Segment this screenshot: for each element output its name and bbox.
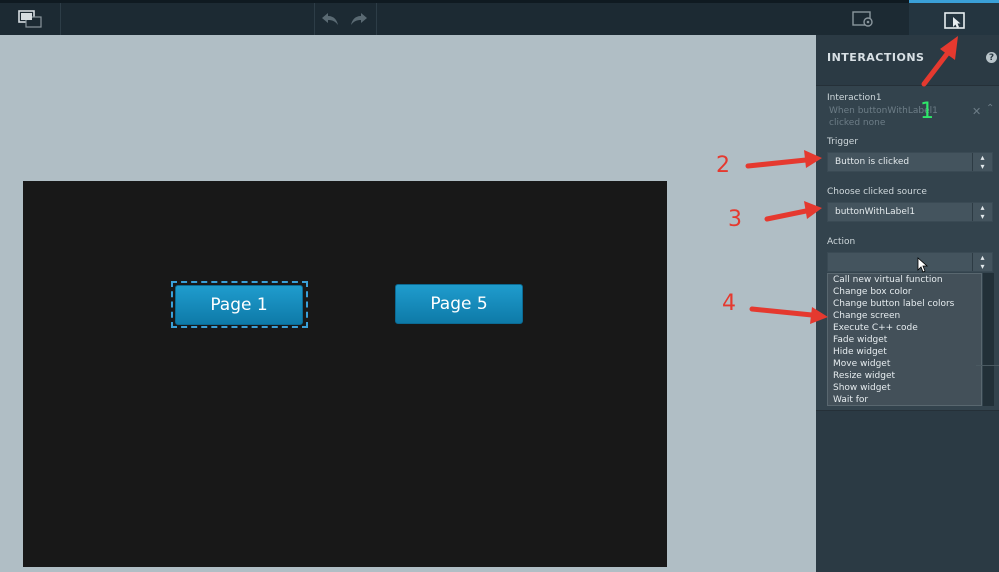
annotation-arrow-2 [745,150,822,169]
annotation-arrow-1 [921,36,958,87]
annotation-arrow-3 [764,201,822,222]
annotation-arrows [745,36,958,324]
annotation-arrow-4 [749,306,828,324]
